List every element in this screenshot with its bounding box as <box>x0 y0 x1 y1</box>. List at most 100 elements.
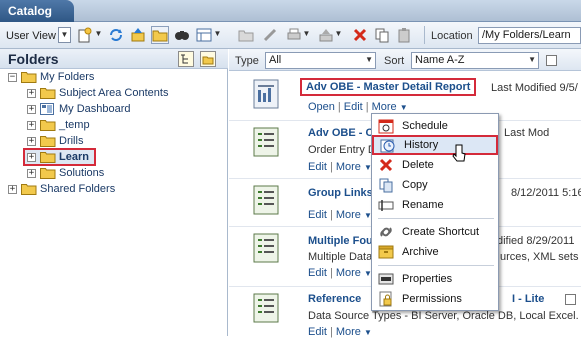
tree-node-solutions[interactable]: + Solutions <box>27 165 104 181</box>
collapse-icon[interactable]: − <box>8 72 17 82</box>
user-view-label: User View <box>6 30 56 42</box>
menu-item-label: Rename <box>402 199 444 211</box>
delete-icon[interactable] <box>352 27 368 43</box>
tree-node-my-dashboard[interactable]: + My Dashboard <box>27 101 131 117</box>
menu-separator <box>378 218 494 219</box>
print-dropdown-icon[interactable]: ▼ <box>302 27 311 43</box>
edit-link[interactable]: Edit <box>308 209 327 221</box>
more-link[interactable]: More <box>336 209 361 221</box>
type-select[interactable]: All ▼ <box>265 52 376 69</box>
show-hidden-checkbox[interactable] <box>546 55 557 66</box>
item-meta: Last Modified 9/5/ <box>491 82 578 94</box>
report-icon <box>253 233 279 263</box>
export-dropdown-icon[interactable]: ▼ <box>334 27 343 43</box>
archive-icon <box>378 244 394 260</box>
view-options-dropdown-icon[interactable]: ▼ <box>213 27 222 43</box>
folder-icon <box>40 135 56 147</box>
search-icon[interactable] <box>174 27 190 43</box>
item-meta: 8/12/2011 5:16 <box>511 187 581 199</box>
tree-node-my-folders[interactable]: − My Folders <box>8 69 94 85</box>
item-title-link[interactable]: Multiple Fou <box>308 235 373 247</box>
item-title-link[interactable]: Reference <box>308 293 361 305</box>
menu-item-properties[interactable]: Properties <box>372 269 498 289</box>
tree-view-icon[interactable] <box>178 51 194 67</box>
user-view-dropdown[interactable]: ▼ <box>58 27 71 43</box>
tab-catalog[interactable]: Catalog <box>0 0 74 22</box>
folder-icon <box>21 71 37 83</box>
tree-node-drills[interactable]: + Drills <box>27 133 83 149</box>
menu-item-label: Archive <box>402 246 439 258</box>
expand-icon[interactable]: + <box>27 136 36 146</box>
menu-item-copy[interactable]: Copy <box>372 175 498 195</box>
copy-icon[interactable] <box>374 27 390 43</box>
more-link[interactable]: More <box>336 326 361 338</box>
more-link[interactable]: More <box>372 101 397 113</box>
expand-icon[interactable]: + <box>27 152 36 162</box>
item-title-link[interactable]: Adv OBE - Master Detail Report <box>300 78 477 96</box>
menu-item-create-shortcut[interactable]: Create Shortcut <box>372 222 498 242</box>
item-title-link[interactable]: Group Links <box>308 187 373 199</box>
tree-label: Solutions <box>59 167 105 179</box>
expand-icon[interactable]: + <box>27 168 36 178</box>
export-icon[interactable] <box>318 27 334 43</box>
item-actions: Edit | More ▼ <box>308 326 372 338</box>
tree-node-temp[interactable]: + _temp <box>27 117 90 133</box>
more-link[interactable]: More <box>336 267 361 279</box>
history-icon <box>380 137 396 153</box>
delete-icon <box>378 157 394 173</box>
tree-node-learn[interactable]: + Learn <box>23 148 96 166</box>
folder-view-icon[interactable] <box>151 26 169 44</box>
refresh-icon[interactable] <box>108 27 124 43</box>
paste-icon[interactable] <box>396 27 412 43</box>
edit-link[interactable]: Edit <box>308 161 327 173</box>
item-actions: Edit | More ▼ <box>308 267 372 279</box>
toolbar-divider <box>424 26 425 44</box>
open-icon[interactable] <box>238 27 254 43</box>
edit-link[interactable]: Edit <box>308 326 327 338</box>
item-checkbox[interactable] <box>565 294 576 305</box>
more-link[interactable]: More <box>336 161 361 173</box>
new-dropdown-icon[interactable]: ▼ <box>94 27 103 43</box>
item-description: Order Entry D <box>308 144 376 156</box>
folder-icon <box>40 87 56 99</box>
menu-item-rename[interactable]: Rename <box>372 195 498 215</box>
tree-node-subject-area-contents[interactable]: + Subject Area Contents <box>27 85 168 101</box>
sort-label: Sort <box>384 55 405 67</box>
menu-item-delete[interactable]: Delete <box>372 155 498 175</box>
menu-separator <box>378 265 494 266</box>
menu-item-label: Create Shortcut <box>402 226 480 238</box>
tree-label: Shared Folders <box>40 183 116 195</box>
menu-item-archive[interactable]: Archive <box>372 242 498 262</box>
location-field[interactable]: /My Folders/Learn <box>478 27 581 44</box>
header-tab-bar: Catalog <box>0 0 581 22</box>
edit-icon[interactable] <box>262 27 278 43</box>
edit-link[interactable]: Edit <box>308 267 327 279</box>
schedule-icon <box>378 118 394 134</box>
edit-link[interactable]: Edit <box>344 101 363 113</box>
rename-icon <box>378 197 394 213</box>
expand-icon[interactable]: + <box>8 184 17 194</box>
new-icon[interactable] <box>77 27 93 43</box>
folder-icon <box>21 183 37 195</box>
menu-item-permissions[interactable]: Permissions <box>372 289 498 309</box>
view-options-icon[interactable] <box>196 27 212 43</box>
upload-icon[interactable] <box>130 27 146 43</box>
tree-node-shared-folders[interactable]: + Shared Folders <box>8 181 115 197</box>
item-meta: Last Mod <box>504 127 550 139</box>
menu-item-history[interactable]: History <box>372 135 498 155</box>
more-context-menu: Schedule History Delete Copy Rename Crea… <box>371 113 499 311</box>
sort-select[interactable]: Name A-Z ▼ <box>411 52 539 69</box>
menu-item-schedule[interactable]: Schedule <box>372 116 498 136</box>
item-title-link[interactable]: Adv OBE - C <box>308 127 373 139</box>
open-link[interactable]: Open <box>308 101 335 113</box>
type-label: Type <box>235 55 259 67</box>
expand-icon[interactable]: + <box>27 88 36 98</box>
item-actions: Edit | More ▼ <box>308 209 372 221</box>
folder-shortcut-icon[interactable] <box>200 51 216 67</box>
analysis-report-icon <box>253 79 279 109</box>
expand-icon[interactable]: + <box>27 104 36 114</box>
chevron-down-icon[interactable]: ▼ <box>400 103 408 112</box>
tree-label: My Folders <box>40 71 95 83</box>
expand-icon[interactable]: + <box>27 120 36 130</box>
print-icon[interactable] <box>286 27 302 43</box>
